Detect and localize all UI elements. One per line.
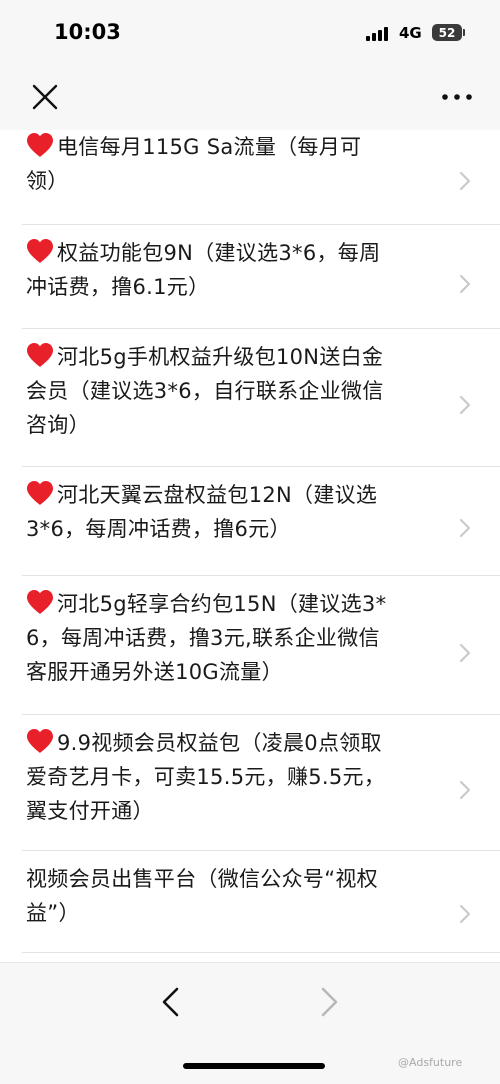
heart-icon (27, 729, 53, 753)
list-item-line: 爱奇艺月卡，可卖15.5元，赚5.5元， (26, 760, 444, 794)
battery-level: 52 (438, 25, 456, 40)
list-item-text: 视频会员出售平台（微信公众号“视权 益”） (26, 862, 444, 930)
list-item-line-text: 爱奇艺月卡，可卖15.5元，赚5.5元， (26, 765, 386, 789)
heart-icon (27, 133, 53, 157)
list-item-line: 电信每月115G Sa流量（每月可 (26, 130, 444, 164)
heart-icon (27, 481, 53, 505)
list-item[interactable]: 河北5g手机权益升级包10N送白金会员（建议选3*6，自行联系企业微信 咨询） (0, 329, 500, 467)
list-item-line-text: 益”） (26, 901, 80, 925)
heart-icon (27, 590, 53, 614)
list-item-line-text: 会员（建议选3*6，自行联系企业微信 (26, 379, 384, 403)
more-icon (442, 94, 472, 100)
list-item-text: 河北5g手机权益升级包10N送白金会员（建议选3*6，自行联系企业微信 咨询） (26, 340, 444, 442)
list-item[interactable]: 河北5g轻享合约包15N（建议选3* 6，每周冲话费，撸3元,联系企业微信 客服开通… (0, 576, 500, 715)
status-time: 10:03 (54, 20, 121, 44)
list-item-line: 领） (26, 164, 444, 198)
battery-icon: 52 (432, 24, 465, 41)
list-item-text: 河北5g轻享合约包15N（建议选3* 6，每周冲话费，撸3元,联系企业微信 客服开通… (26, 587, 444, 689)
list-item-line-text: 权益功能包9N（建议选3*6，每周 (57, 241, 381, 265)
chevron-left-icon (162, 987, 179, 1017)
chevron-right-icon (460, 781, 470, 799)
home-indicator (183, 1063, 325, 1069)
list-item-line: 会员（建议选3*6，自行联系企业微信 (26, 374, 444, 408)
heart-icon (27, 239, 53, 263)
list-item-line-text: 河北天翼云盘权益包12N（建议选 (57, 483, 378, 507)
list-item-text: 权益功能包9N（建议选3*6，每周冲话费，撸6.1元） (26, 236, 444, 304)
nav-bar (0, 68, 500, 130)
signal-icon (366, 27, 392, 41)
list-item-line-text: 电信每月115G Sa流量（每月可 (57, 135, 362, 159)
list-item-line: 冲话费，撸6.1元） (26, 270, 444, 304)
list-item-line-text: 视频会员出售平台（微信公众号“视权 (26, 867, 378, 891)
list-item-line-text: 6，每周冲话费，撸3元,联系企业微信 (26, 626, 380, 650)
watermark: @Adsfuture (398, 1056, 463, 1069)
list-item-line: 3*6，每周冲话费，撸6元） (26, 512, 444, 546)
list-item-line-text: 冲话费，撸6.1元） (26, 275, 210, 299)
list-item-text: 河北天翼云盘权益包12N（建议选 3*6，每周冲话费，撸6元） (26, 478, 444, 546)
list-item-line-text: 河北5g轻享合约包15N（建议选3* (57, 592, 387, 616)
chevron-right-icon (460, 396, 470, 414)
list-item[interactable]: 视频会员出售平台（微信公众号“视权 益”） (0, 851, 500, 953)
network-type: 4G (399, 24, 422, 42)
status-bar: 10:03 4G 52 (0, 0, 500, 68)
content-list: 电信每月115G Sa流量（每月可领） 权益功能包9N（建议选3*6，每周冲话费，… (0, 130, 500, 962)
list-item-text: 9.9视频会员权益包（凌晨0点领取爱奇艺月卡，可卖15.5元，赚5.5元， 翼支付… (26, 726, 444, 828)
list-item-line: 6，每周冲话费，撸3元,联系企业微信 (26, 621, 444, 655)
list-item-line: 河北5g手机权益升级包10N送白金 (26, 340, 444, 374)
chevron-right-icon (321, 987, 338, 1017)
list-item-line: 河北5g轻享合约包15N（建议选3* (26, 587, 444, 621)
list-item-line-text: 客服开通另外送10G流量） (26, 660, 283, 684)
list-item[interactable]: 河北天翼云盘权益包12N（建议选 3*6，每周冲话费，撸6元） (0, 467, 500, 576)
more-button[interactable] (440, 82, 474, 112)
list-item-line-text: 河北5g手机权益升级包10N送白金 (57, 345, 384, 369)
list-item-text: 电信每月115G Sa流量（每月可领） (26, 130, 444, 198)
list-item-line: 咨询） (26, 408, 444, 442)
close-icon (32, 84, 58, 110)
list-item[interactable]: 电信每月115G Sa流量（每月可领） (0, 130, 500, 225)
list-item[interactable]: 9.9视频会员权益包（凌晨0点领取爱奇艺月卡，可卖15.5元，赚5.5元， 翼支付… (0, 715, 500, 851)
list-item-line: 视频会员出售平台（微信公众号“视权 (26, 862, 444, 896)
list-item-line-text: 咨询） (26, 413, 90, 437)
heart-icon (27, 343, 53, 367)
close-button[interactable] (30, 82, 60, 112)
back-button[interactable] (158, 985, 184, 1019)
list-item-line: 翼支付开通） (26, 794, 444, 828)
list-item-line-text: 领） (26, 169, 69, 193)
list-item-line: 客服开通另外送10G流量） (26, 655, 444, 689)
list-item-line: 益”） (26, 896, 444, 930)
forward-button[interactable] (316, 985, 342, 1019)
chevron-right-icon (460, 905, 470, 923)
list-item[interactable]: 权益功能包9N（建议选3*6，每周冲话费，撸6.1元） (0, 225, 500, 329)
chevron-right-icon (460, 519, 470, 537)
chevron-right-icon (460, 644, 470, 662)
list-item-line-text: 3*6，每周冲话费，撸6元） (26, 517, 291, 541)
list-divider (22, 952, 500, 953)
chevron-right-icon (460, 275, 470, 293)
list-item-line-text: 翼支付开通） (26, 799, 154, 823)
chevron-right-icon (460, 172, 470, 190)
list-item-line: 9.9视频会员权益包（凌晨0点领取 (26, 726, 444, 760)
list-item-line-text: 9.9视频会员权益包（凌晨0点领取 (57, 731, 382, 755)
list-item-line: 权益功能包9N（建议选3*6，每周 (26, 236, 444, 270)
list-item-line: 河北天翼云盘权益包12N（建议选 (26, 478, 444, 512)
